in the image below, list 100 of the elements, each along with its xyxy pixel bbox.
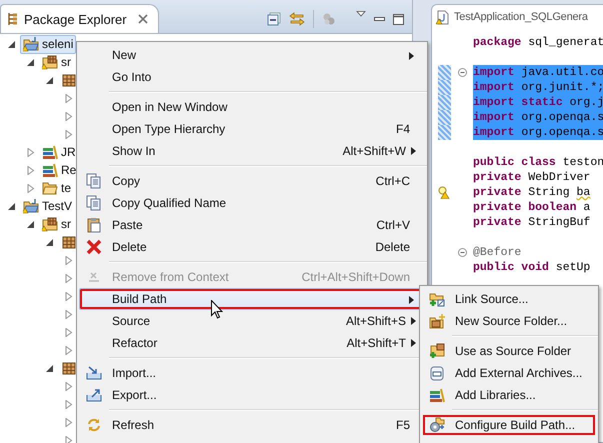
minimize-icon[interactable] [374, 16, 385, 22]
new-folder-icon [429, 313, 445, 329]
selection-marker [438, 125, 451, 140]
tree-item[interactable]: sr [61, 55, 71, 69]
maximize-icon[interactable] [393, 14, 404, 24]
code-line: private boolean a [473, 200, 592, 215]
expanded-arrow-icon[interactable] [27, 58, 35, 66]
package-icon [61, 360, 77, 376]
shortcut-label: F4 [396, 122, 410, 136]
selection-marker [438, 80, 451, 95]
expanded-arrow-icon[interactable] [46, 76, 54, 84]
collapsed-arrow-icon[interactable] [65, 310, 73, 318]
menu-item[interactable]: Link Source... [422, 288, 596, 310]
menu-item[interactable]: Copy Ctrl+C [79, 170, 425, 192]
collapsed-arrow-icon[interactable] [65, 400, 73, 408]
shortcut-label: Alt+Shift+T [346, 336, 406, 350]
collapsed-arrow-icon[interactable] [65, 346, 73, 354]
code-line: private String ba [473, 185, 592, 200]
collapsed-arrow-icon[interactable] [65, 328, 73, 336]
tree-item[interactable]: te [61, 181, 72, 195]
link-arrows-icon[interactable] [289, 12, 305, 26]
shortcut-label: Ctrl+Alt+Shift+Down [302, 270, 410, 284]
close-icon[interactable] [138, 14, 148, 24]
collapsed-arrow-icon[interactable] [65, 112, 73, 120]
project-icon [23, 198, 39, 214]
collapsed-arrow-icon[interactable] [27, 184, 35, 192]
shortcut-label: Ctrl+C [376, 174, 410, 188]
expanded-arrow-icon[interactable] [46, 238, 54, 246]
import-icon [86, 365, 102, 381]
code-line: private StringBuf [473, 215, 592, 230]
shortcut-label: F5 [396, 418, 410, 432]
collapsed-arrow-icon[interactable] [65, 436, 73, 443]
tree-item[interactable]: sr [61, 217, 71, 231]
collapsed-arrow-icon[interactable] [65, 382, 73, 390]
code-line: @Before [473, 245, 522, 260]
collapsed-arrow-icon[interactable] [65, 94, 73, 102]
mouse-cursor-icon [211, 300, 223, 319]
export-icon [86, 387, 102, 403]
shortcut-label: Alt+Shift+S [346, 314, 406, 328]
selection-marker [438, 95, 451, 110]
menu-item[interactable]: Open Type Hierarchy F4 [79, 118, 425, 140]
dots-icon [322, 12, 336, 26]
menu-item[interactable]: New [79, 44, 425, 66]
menu-item[interactable]: Add Libraries... [422, 384, 596, 406]
menu-item[interactable]: Add External Archives... [422, 362, 596, 384]
collapsed-arrow-icon[interactable] [27, 166, 35, 174]
menu-item[interactable]: Configure Build Path... [422, 414, 596, 436]
tree-item[interactable]: TestV [42, 199, 72, 213]
menu-item[interactable]: Go Into [79, 66, 425, 88]
menu-item[interactable]: Open in New Window [79, 96, 425, 118]
collapsed-arrow-icon[interactable] [65, 256, 73, 264]
lightbulb-warning-icon[interactable] [438, 186, 450, 199]
editor-tab[interactable]: TestApplication_SQLGenera [432, 5, 603, 29]
menu-item[interactable]: Copy Qualified Name [79, 192, 425, 214]
code-line: private WebDriver [473, 170, 592, 185]
view-menu-icon[interactable] [356, 11, 366, 17]
project-icon [23, 36, 39, 52]
books-icon [429, 387, 445, 403]
add-folder-icon [429, 343, 445, 359]
collapse-all-icon[interactable] [267, 12, 281, 26]
tree-item[interactable]: JR [61, 145, 76, 159]
copy-icon [86, 173, 102, 189]
tree-item[interactable]: Re [61, 163, 76, 177]
expanded-arrow-icon[interactable] [46, 364, 54, 372]
selection-marker [438, 110, 451, 125]
folder-icon [42, 180, 58, 196]
expanded-arrow-icon[interactable] [8, 40, 16, 48]
books-icon [42, 162, 58, 178]
configure-icon [429, 417, 445, 433]
hierarchy-icon [7, 12, 19, 26]
books-icon [42, 144, 58, 160]
java-file-warning-icon [436, 10, 450, 24]
fold-icon[interactable] [458, 248, 466, 257]
copy-icon [86, 195, 102, 211]
fold-icon[interactable] [458, 68, 466, 77]
shortcut-label: Ctrl+V [376, 218, 410, 232]
menu-item[interactable]: Delete Delete [79, 236, 425, 258]
source-folder-icon [42, 54, 58, 70]
expanded-arrow-icon[interactable] [27, 220, 35, 228]
shortcut-label: Alt+Shift+W [342, 144, 406, 158]
source-folder-icon [42, 216, 58, 232]
code-line: public class teston [473, 155, 603, 170]
collapsed-arrow-icon[interactable] [65, 130, 73, 138]
collapsed-arrow-icon[interactable] [65, 418, 73, 426]
menu-item[interactable]: New Source Folder... [422, 310, 596, 332]
menu-item[interactable]: Use as Source Folder [422, 340, 596, 362]
code-line: public void setUp [473, 260, 592, 275]
clipboard-icon [86, 217, 102, 233]
refresh-icon [86, 417, 102, 433]
collapsed-arrow-icon[interactable] [65, 274, 73, 282]
link-folder-icon [429, 291, 445, 307]
shortcut-label: Delete [375, 240, 410, 254]
collapsed-arrow-icon[interactable] [65, 292, 73, 300]
expanded-arrow-icon[interactable] [8, 202, 16, 210]
code-line: package sql_generat [473, 35, 603, 50]
collapsed-arrow-icon[interactable] [27, 148, 35, 156]
package-icon [61, 72, 77, 88]
menu-item[interactable]: Paste Ctrl+V [79, 214, 425, 236]
view-tab[interactable]: Package Explorer [0, 4, 159, 33]
menu-item[interactable]: Show In Alt+Shift+W [79, 140, 425, 162]
